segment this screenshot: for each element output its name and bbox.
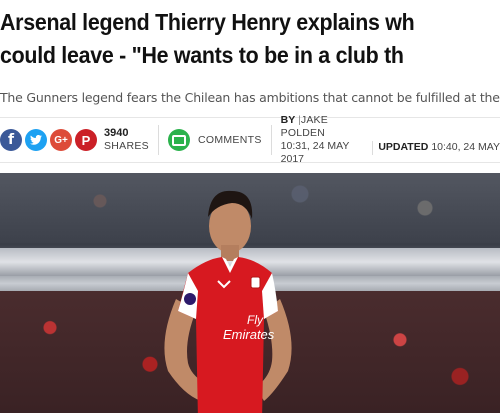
facebook-icon[interactable]: f [0,129,22,151]
article-photo: Fly Emirates [0,173,500,413]
updated-label: UPDATED [378,141,429,153]
headline-line-2: could leave - "He wants to be in a club … [0,42,404,68]
headline-line-1: Arsenal legend Thierry Henry explains wh [0,9,415,35]
share-bar: f G+ P 3940 SHARES COMMENTS BY |JAKE POL… [0,114,500,166]
byline-by: BY [280,114,296,126]
share-count-label: SHARES [104,140,149,152]
updated-value: 10:40, 24 MAY [431,141,500,153]
player-figure: Fly Emirates [164,190,292,413]
twitter-icon[interactable] [25,129,47,151]
article-subheadline: The Gunners legend fears the Chilean has… [0,90,500,105]
pinterest-icon[interactable]: P [75,129,97,151]
updated-time: UPDATED 10:40, 24 MAY [378,125,500,155]
shirt-sponsor-line-2: Emirates [223,327,275,342]
comments-button[interactable]: COMMENTS [167,129,262,151]
byline: BY |JAKE POLDEN 10:31, 24 MAY 2017 [281,114,368,166]
divider [270,125,272,155]
article-headline: Arsenal legend Thierry Henry explains wh… [0,6,465,72]
google-plus-icon[interactable]: G+ [50,129,72,151]
divider [157,125,159,155]
comments-label: COMMENTS [197,134,262,146]
shirt-sponsor-line-1: Fly [247,313,264,327]
published-time: 10:31, 24 MAY 2017 [280,140,350,165]
share-count-number: 3940 [104,127,129,139]
share-count: 3940 SHARES [104,127,149,153]
divider [372,141,374,155]
comment-icon [167,129,190,151]
